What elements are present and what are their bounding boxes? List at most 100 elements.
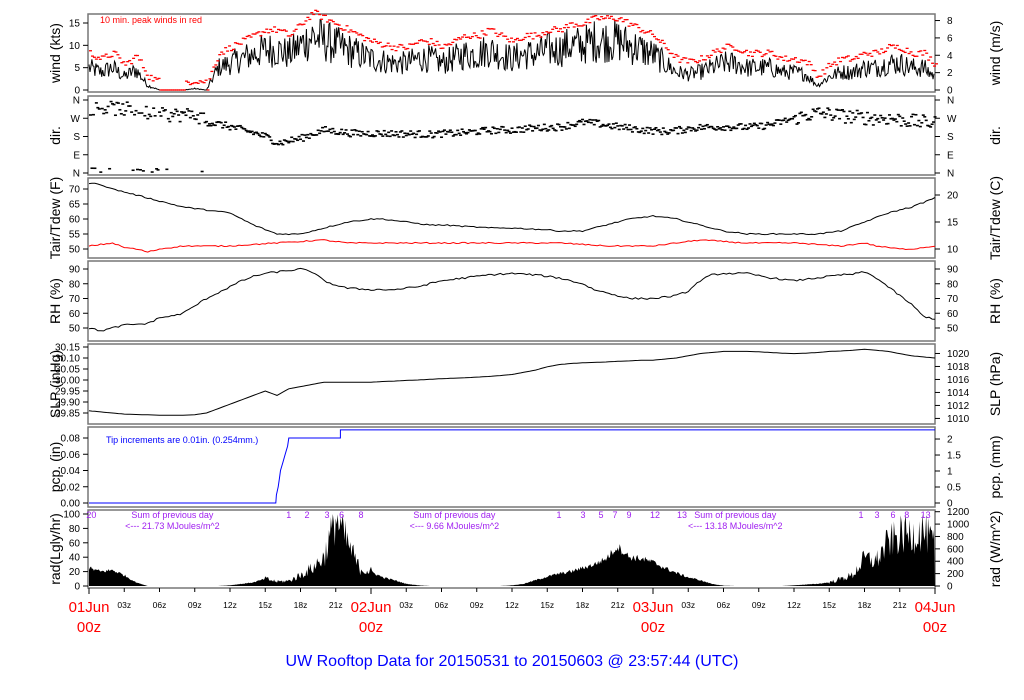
- direction-point: [194, 118, 198, 121]
- direction-point: [328, 128, 332, 131]
- direction-point: [432, 135, 436, 138]
- left-tick-label: 0.08: [61, 434, 81, 445]
- direction-point: [281, 143, 285, 146]
- direction-point: [413, 136, 417, 139]
- direction-point: [306, 133, 310, 136]
- direction-point: [354, 129, 358, 132]
- direction-point: [586, 121, 590, 124]
- direction-point: [782, 119, 786, 121]
- direction-point: [688, 126, 692, 129]
- right-tick-label: 0: [947, 582, 953, 593]
- direction-point: [617, 128, 621, 131]
- slp-ylabel-right: SLP (hPa): [987, 352, 1003, 416]
- direction-point: [751, 124, 755, 127]
- direction-point: [647, 132, 651, 134]
- direction-point: [447, 131, 451, 133]
- direction-point: [908, 125, 912, 127]
- direction-point: [867, 119, 871, 122]
- direction-point: [205, 120, 209, 123]
- radiation-hour-mark: 1: [286, 510, 291, 520]
- direction-point: [541, 128, 545, 131]
- direction-point: [457, 132, 461, 135]
- direction-point: [876, 117, 880, 120]
- left-tick-label: 20: [69, 567, 81, 578]
- direction-point: [535, 127, 539, 129]
- direction-point: [648, 127, 652, 129]
- direction-point: [808, 118, 812, 121]
- radiation-hour-mark: 6: [339, 510, 344, 520]
- direction-point: [456, 129, 460, 132]
- left-tick-label: 0: [74, 582, 80, 593]
- direction-point: [350, 129, 354, 131]
- direction-point: [843, 122, 847, 124]
- direction-point: [542, 123, 546, 126]
- x-date-label: 02Jun: [351, 599, 392, 616]
- left-tick-label: 60: [69, 215, 81, 226]
- direction-point: [338, 131, 342, 134]
- temp-ylabel: Tair/Tdew (F): [47, 177, 63, 259]
- direction-point: [94, 102, 98, 104]
- direction-point: [842, 110, 846, 113]
- direction-point: [166, 117, 170, 120]
- left-tick-label: 50: [69, 245, 81, 256]
- wind-annotation: 10 min. peak winds in red: [100, 15, 202, 25]
- direction-point: [503, 129, 507, 131]
- right-tick-label: 1000: [947, 520, 970, 531]
- right-tick-label: 15: [947, 218, 959, 229]
- precip-annotation: Tip increments are 0.01in. (0.254mm.): [106, 435, 258, 445]
- slp-frame: [87, 343, 936, 425]
- right-tick-label: 1200: [947, 507, 970, 518]
- right-tick-label: 4: [947, 51, 953, 62]
- direction-point: [625, 126, 629, 129]
- direction-point: [393, 134, 397, 137]
- direction-point: [326, 130, 330, 132]
- direction-point: [105, 111, 109, 114]
- direction-point: [613, 126, 617, 129]
- radiation-hour-mark: 8: [904, 510, 909, 520]
- direction-point: [152, 107, 156, 109]
- right-tick-label: 10: [947, 245, 959, 256]
- direction-point: [165, 168, 169, 171]
- direction-point: [559, 125, 562, 128]
- direction-point: [871, 124, 875, 126]
- direction-point: [177, 114, 181, 116]
- direction-point: [385, 135, 389, 137]
- left-tick-label: 15: [69, 19, 81, 30]
- direction-point: [783, 117, 787, 120]
- direction-point: [159, 115, 163, 117]
- direction-point: [817, 107, 821, 110]
- direction-point: [870, 116, 874, 119]
- direction-point: [150, 171, 154, 173]
- direction-point: [373, 135, 377, 137]
- direction-point: [121, 103, 125, 105]
- right-tick-label: 200: [947, 569, 964, 580]
- rh-ylabel-right: RH (%): [987, 278, 1003, 324]
- direction-point: [199, 112, 203, 114]
- left-tick-label: 0.06: [61, 450, 81, 461]
- direction-point: [861, 116, 865, 119]
- direction-point: [589, 121, 593, 124]
- direction-point: [810, 116, 814, 118]
- direction-point: [444, 133, 448, 135]
- direction-point: [238, 124, 242, 127]
- direction-point: [450, 131, 454, 134]
- direction-point: [915, 124, 919, 127]
- direction-point: [418, 130, 421, 132]
- right-tick-label: 20: [947, 191, 959, 202]
- dir-frame: [87, 95, 936, 176]
- direction-point: [243, 128, 247, 130]
- direction-point: [492, 127, 496, 130]
- direction-point: [901, 117, 905, 119]
- x-tick-label: 06z: [153, 600, 167, 610]
- direction-point: [582, 123, 586, 126]
- right-tick-label: 50: [947, 324, 959, 335]
- direction-point: [435, 132, 439, 134]
- direction-point: [498, 128, 502, 131]
- direction-point: [918, 125, 922, 128]
- direction-point: [178, 120, 182, 123]
- right-tick-label: 1018: [947, 362, 970, 373]
- direction-point: [112, 103, 116, 106]
- direction-point: [478, 133, 482, 135]
- direction-point: [702, 127, 706, 130]
- direction-point: [902, 120, 906, 122]
